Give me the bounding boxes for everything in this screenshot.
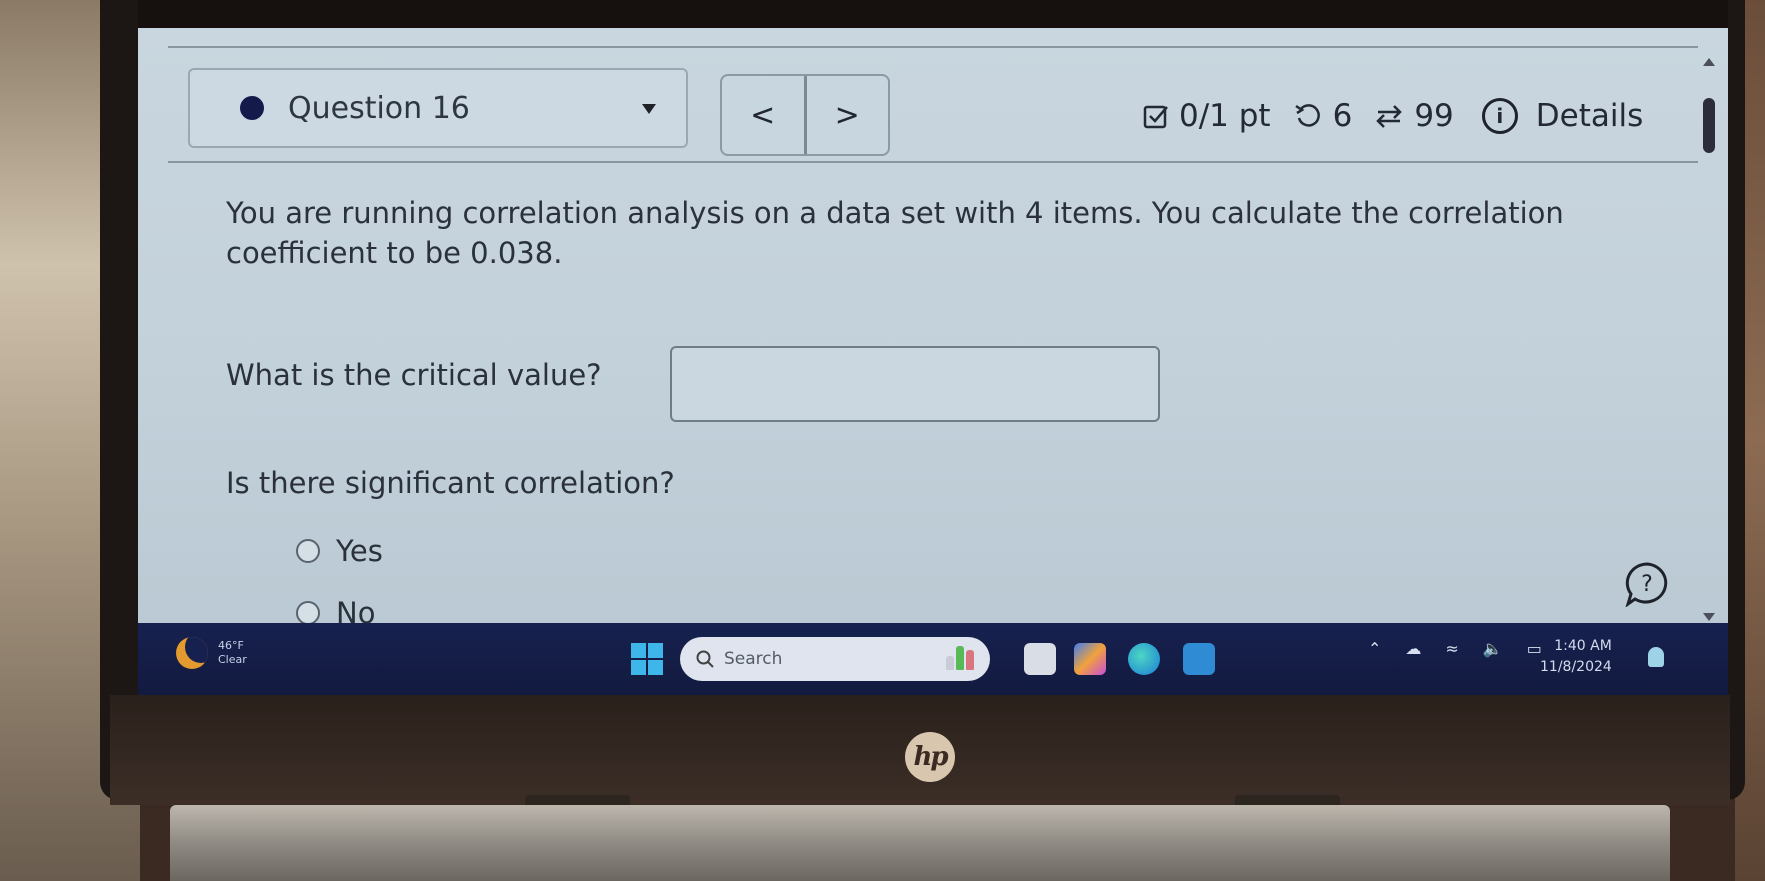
- radio-no[interactable]: [296, 601, 320, 625]
- question-meta: 0/1 pt 6 99 i Details: [1143, 98, 1643, 134]
- weather-temp: 46°F: [218, 639, 244, 652]
- task-view-icon[interactable]: [1024, 643, 1056, 675]
- search-placeholder: Search: [724, 649, 783, 669]
- taskbar-search[interactable]: Search: [680, 637, 990, 681]
- volume-icon[interactable]: 🔈: [1483, 639, 1503, 658]
- divider: [168, 46, 1698, 48]
- next-question-button[interactable]: >: [803, 76, 889, 154]
- scroll-up-arrow[interactable]: [1703, 58, 1715, 66]
- option-yes[interactable]: Yes: [296, 534, 383, 568]
- significance-label: Is there significant correlation?: [226, 466, 675, 500]
- moon-icon: [176, 637, 208, 669]
- details-link[interactable]: Details: [1536, 98, 1643, 134]
- search-icon: [696, 650, 714, 668]
- weather-condition: Clear: [218, 653, 247, 666]
- retries-count: 6: [1332, 98, 1353, 134]
- info-icon[interactable]: i: [1481, 98, 1518, 134]
- copilot-icon[interactable]: [1074, 643, 1106, 675]
- scrollbar-thumb[interactable]: [1703, 98, 1715, 153]
- laptop-hinge: [170, 805, 1670, 881]
- submissions-icon: [1374, 101, 1404, 131]
- question-selector[interactable]: Question 16: [188, 68, 688, 148]
- prev-question-button[interactable]: <: [722, 76, 804, 154]
- question-label: Question 16: [288, 90, 470, 126]
- question-status-dot: [240, 96, 264, 120]
- submissions-count: 99: [1414, 98, 1454, 134]
- taskbar-clock[interactable]: 1:40 AM 11/8/2024: [1540, 636, 1612, 678]
- clock-date: 11/8/2024: [1540, 659, 1612, 675]
- system-tray: ⌃ ☁ ≈ 🔈 ▭: [1368, 639, 1542, 658]
- windows-taskbar: 46°F Clear Search ⌃ ☁ ≈ 🔈 ▭ 1:40 AM 11/8…: [138, 623, 1728, 695]
- score-text: 0/1 pt: [1179, 98, 1271, 134]
- critical-value-label: What is the critical value?: [226, 358, 602, 392]
- retry-icon: [1293, 101, 1323, 131]
- chevron-up-icon[interactable]: ⌃: [1368, 639, 1381, 658]
- search-highlight-flasks-icon: [946, 646, 974, 670]
- critical-value-input[interactable]: [670, 346, 1160, 422]
- wifi-icon[interactable]: ≈: [1445, 639, 1458, 658]
- question-nav: < >: [720, 74, 890, 156]
- myhp-icon[interactable]: [1183, 643, 1215, 675]
- onedrive-cloud-icon[interactable]: ☁: [1405, 639, 1421, 658]
- divider: [168, 161, 1698, 163]
- radio-yes[interactable]: [296, 539, 320, 563]
- scroll-down-arrow[interactable]: [1703, 613, 1715, 621]
- question-prompt: You are running correlation analysis on …: [226, 196, 1564, 270]
- notification-bell-icon[interactable]: [1648, 647, 1664, 667]
- weather-widget[interactable]: 46°F Clear: [176, 637, 247, 669]
- chevron-down-icon: [642, 104, 656, 114]
- option-yes-label: Yes: [336, 534, 383, 568]
- help-chat-icon[interactable]: ?: [1623, 561, 1671, 607]
- hp-logo: hp: [905, 732, 955, 782]
- svg-text:?: ?: [1641, 572, 1653, 597]
- checkbox-score-icon: [1143, 103, 1169, 129]
- clock-time: 1:40 AM: [1554, 638, 1612, 654]
- laptop-screen: Question 16 < > 0/1 pt 6 99 i Details Yo…: [138, 28, 1728, 695]
- windows-start-icon[interactable]: [631, 643, 663, 675]
- edge-browser-icon[interactable]: [1128, 643, 1160, 675]
